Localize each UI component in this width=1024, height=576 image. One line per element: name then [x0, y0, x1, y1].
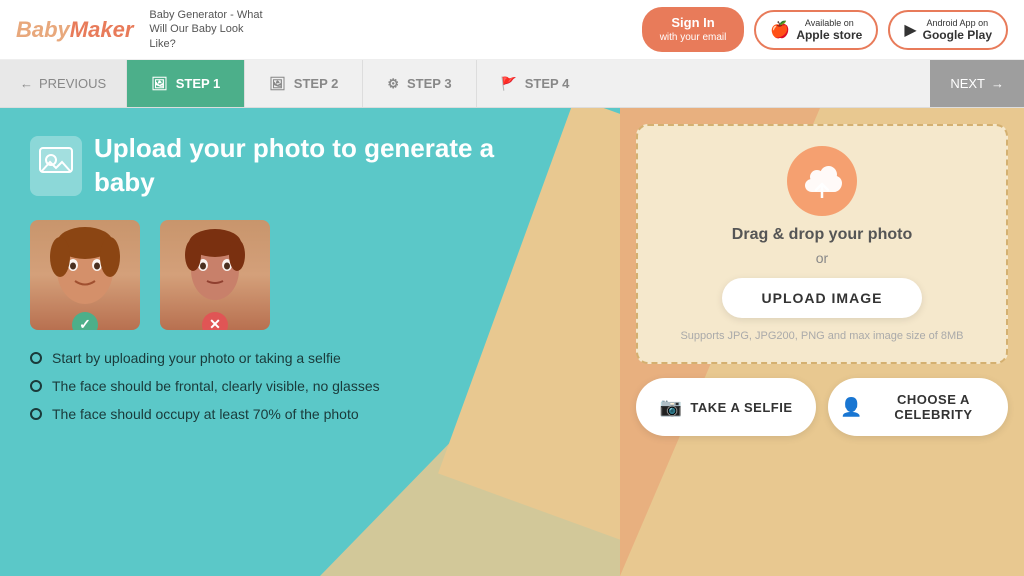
camera-icon: 📷	[660, 397, 683, 418]
photo-examples: ✓	[30, 220, 590, 330]
bottom-buttons: 📷 TAKE A SELFIE 👤 CHOOSE A CELEBRITY	[636, 378, 1008, 436]
upload-button[interactable]: UPLOAD IMAGE	[722, 278, 923, 318]
step-1[interactable]: 🖼 STEP 1	[127, 60, 244, 107]
header-tagline: Baby Generator - What Will Our Baby Look…	[149, 8, 269, 51]
next-button[interactable]: NEXT →	[930, 60, 1024, 107]
good-photo: ✓	[30, 220, 140, 330]
cloud-icon	[787, 146, 857, 216]
step-2-icon: 🖼	[269, 76, 286, 92]
drop-zone[interactable]: Drag & drop your photo or UPLOAD IMAGE S…	[636, 124, 1008, 364]
upload-icon	[30, 136, 82, 196]
header-right: Sign In with your email 🍎 Available on A…	[642, 7, 1008, 53]
apple-store-button[interactable]: 🍎 Available on Apple store	[754, 10, 878, 50]
header: BabyMaker Baby Generator - What Will Our…	[0, 0, 1024, 60]
step-4[interactable]: 🚩 STEP 4	[477, 60, 594, 107]
selfie-button[interactable]: 📷 TAKE A SELFIE	[636, 378, 816, 436]
bullet-2	[30, 380, 42, 392]
logo: BabyMaker	[16, 17, 133, 43]
step-3[interactable]: ⚙ STEP 3	[363, 60, 475, 107]
supports-text: Supports JPG, JPG200, PNG and max image …	[680, 330, 963, 342]
bad-photo: ✕	[160, 220, 270, 330]
right-panel: Drag & drop your photo or UPLOAD IMAGE S…	[620, 108, 1024, 576]
celebrity-button[interactable]: 👤 CHOOSE A CELEBRITY	[828, 378, 1008, 436]
apple-icon: 🍎	[770, 20, 790, 40]
prev-button[interactable]: ← PREVIOUS	[0, 60, 126, 107]
upload-heading: Upload your photo to generate a baby	[30, 132, 510, 200]
instructions: Start by uploading your photo or taking …	[30, 350, 590, 422]
step-1-icon: 🖼	[151, 76, 168, 92]
instruction-3: The face should occupy at least 70% of t…	[30, 406, 590, 422]
or-text: or	[816, 250, 828, 266]
signin-button[interactable]: Sign In with your email	[642, 7, 745, 53]
main-content: Upload your photo to generate a baby	[0, 108, 1024, 576]
step-3-icon: ⚙	[387, 76, 399, 92]
left-panel: Upload your photo to generate a baby	[0, 108, 620, 576]
bullet-1	[30, 352, 42, 364]
drag-text: Drag & drop your photo	[732, 226, 912, 244]
instruction-1: Start by uploading your photo or taking …	[30, 350, 590, 366]
arrow-left-icon: ←	[20, 76, 33, 91]
android-icon: ▶	[904, 20, 916, 40]
arrow-right-icon: →	[991, 76, 1004, 91]
steps-bar: ← PREVIOUS 🖼 STEP 1 🖼 STEP 2 ⚙ STEP 3 🚩 …	[0, 60, 1024, 108]
step-2[interactable]: 🖼 STEP 2	[245, 60, 362, 107]
android-store-button[interactable]: ▶ Android App on Google Play	[888, 10, 1008, 50]
person-icon: 👤	[840, 397, 863, 418]
bullet-3	[30, 408, 42, 420]
instruction-2: The face should be frontal, clearly visi…	[30, 378, 590, 394]
step-4-icon: 🚩	[501, 76, 517, 92]
